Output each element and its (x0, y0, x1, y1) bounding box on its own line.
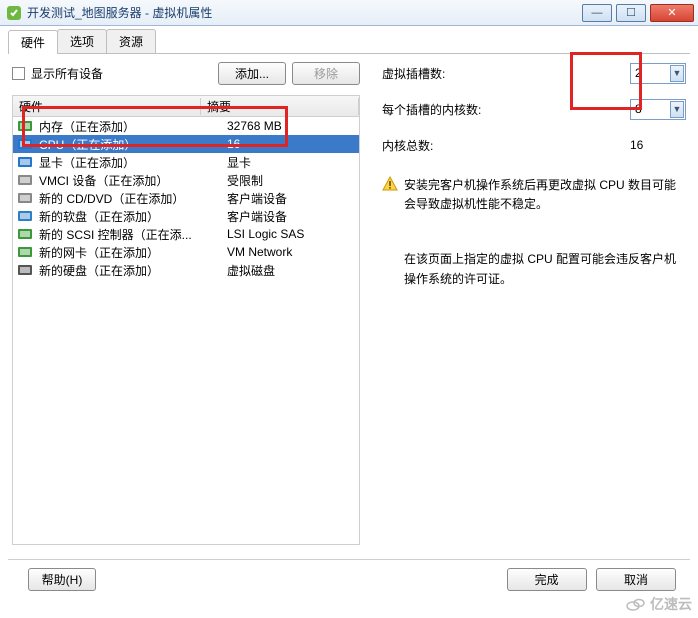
device-icon (17, 118, 33, 134)
add-button[interactable]: 添加... (218, 62, 286, 85)
note-text: 在该页面上指定的虚拟 CPU 配置可能会违反客户机操作系统的许可证。 (404, 250, 686, 288)
sockets-select[interactable]: 2 ▼ (630, 63, 686, 84)
device-icon (17, 262, 33, 278)
show-all-devices-label: 显示所有设备 (31, 65, 103, 82)
hardware-summary: 虚拟磁盘 (227, 262, 275, 279)
sockets-label: 虚拟插槽数: (382, 65, 532, 82)
hardware-name: CPU（正在添加） (39, 136, 227, 153)
device-icon (17, 190, 33, 206)
maximize-button[interactable]: ☐ (616, 4, 646, 22)
hardware-summary: 显卡 (227, 154, 251, 171)
finish-button[interactable]: 完成 (507, 568, 587, 591)
hardware-list[interactable]: 内存（正在添加）32768 MBCPU（正在添加）16显卡（正在添加）显卡VMC… (12, 117, 360, 545)
hardware-name: 内存（正在添加） (39, 118, 227, 135)
table-row[interactable]: VMCI 设备（正在添加）受限制 (13, 171, 359, 189)
chevron-down-icon: ▼ (670, 101, 684, 118)
show-all-devices-checkbox[interactable] (12, 67, 25, 80)
hardware-name: 新的 SCSI 控制器（正在添... (39, 226, 227, 243)
tab-resources[interactable]: 资源 (106, 29, 156, 53)
cores-label: 每个插槽的内核数: (382, 101, 532, 118)
table-row[interactable]: 新的 CD/DVD（正在添加）客户端设备 (13, 189, 359, 207)
table-row[interactable]: 新的软盘（正在添加）客户端设备 (13, 207, 359, 225)
chevron-down-icon: ▼ (670, 65, 684, 82)
table-row[interactable]: 新的硬盘（正在添加）虚拟磁盘 (13, 261, 359, 279)
remove-button: 移除 (292, 62, 360, 85)
list-header: 硬件 摘要 (12, 95, 360, 117)
titlebar: 开发测试_地图服务器 - 虚拟机属性 — ☐ ✕ (0, 0, 698, 26)
table-row[interactable]: 内存（正在添加）32768 MB (13, 117, 359, 135)
help-button[interactable]: 帮助(H) (28, 568, 96, 591)
hardware-summary: VM Network (227, 245, 292, 259)
warning-icon (382, 176, 398, 192)
tab-strip: 硬件 选项 资源 (8, 32, 690, 54)
table-row[interactable]: 新的网卡（正在添加）VM Network (13, 243, 359, 261)
table-row[interactable]: 新的 SCSI 控制器（正在添...LSI Logic SAS (13, 225, 359, 243)
col-hardware[interactable]: 硬件 (13, 98, 201, 115)
device-icon (17, 172, 33, 188)
device-icon (17, 208, 33, 224)
tab-options[interactable]: 选项 (57, 29, 107, 53)
hardware-name: VMCI 设备（正在添加） (39, 172, 227, 189)
device-icon (17, 244, 33, 260)
window-title: 开发测试_地图服务器 - 虚拟机属性 (27, 4, 582, 21)
hardware-summary: LSI Logic SAS (227, 227, 304, 241)
col-summary[interactable]: 摘要 (201, 98, 359, 115)
table-row[interactable]: 显卡（正在添加）显卡 (13, 153, 359, 171)
tab-hardware[interactable]: 硬件 (8, 30, 58, 54)
total-cores-label: 内核总数: (382, 137, 532, 154)
hardware-summary: 客户端设备 (227, 208, 287, 225)
total-cores-value: 16 (630, 138, 686, 152)
app-icon (6, 5, 22, 21)
warning-text: 安装完客户机操作系统后再更改虚拟 CPU 数目可能会导致虚拟机性能不稳定。 (404, 176, 686, 214)
hardware-name: 新的软盘（正在添加） (39, 208, 227, 225)
minimize-button[interactable]: — (582, 4, 612, 22)
watermark: 亿速云 (626, 594, 692, 614)
hardware-name: 新的网卡（正在添加） (39, 244, 227, 261)
device-icon (17, 136, 33, 152)
hardware-name: 新的 CD/DVD（正在添加） (39, 190, 227, 207)
hardware-summary: 受限制 (227, 172, 263, 189)
cores-select[interactable]: 8 ▼ (630, 99, 686, 120)
device-icon (17, 226, 33, 242)
hardware-summary: 32768 MB (227, 119, 282, 133)
hardware-summary: 16 (227, 137, 240, 151)
hardware-name: 新的硬盘（正在添加） (39, 262, 227, 279)
cancel-button[interactable]: 取消 (596, 568, 676, 591)
hardware-name: 显卡（正在添加） (39, 154, 227, 171)
close-button[interactable]: ✕ (650, 4, 694, 22)
hardware-summary: 客户端设备 (227, 190, 287, 207)
table-row[interactable]: CPU（正在添加）16 (13, 135, 359, 153)
device-icon (17, 154, 33, 170)
